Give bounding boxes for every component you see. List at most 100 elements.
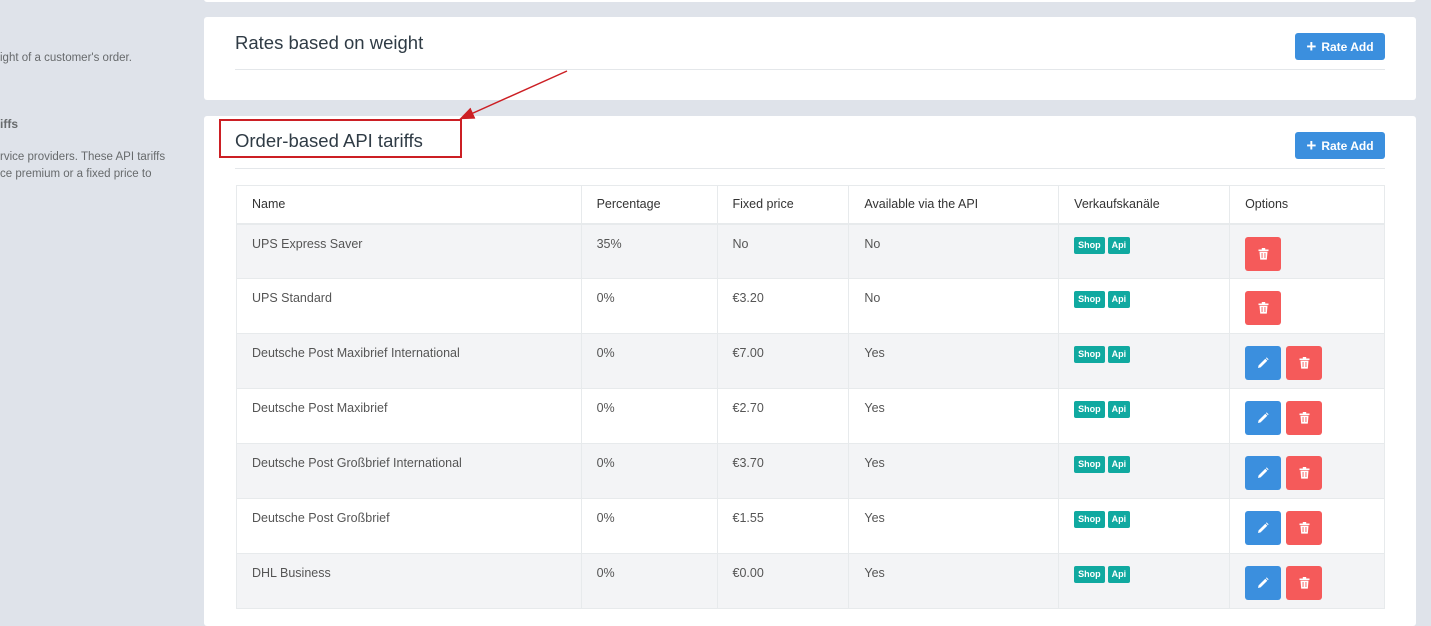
edit-button[interactable] — [1245, 346, 1282, 380]
delete-button[interactable] — [1286, 511, 1323, 545]
weight-rate-add-label: Rate Add — [1321, 39, 1374, 54]
cell-sales-channels: Shop Api — [1058, 388, 1231, 444]
pencil-icon — [1257, 412, 1269, 424]
channel-badge-shop: Shop — [1074, 566, 1105, 583]
cell-name: Deutsche Post Großbrief — [236, 498, 582, 554]
column-header-name[interactable]: Name — [236, 185, 582, 225]
cell-name: Deutsche Post Maxibrief International — [236, 333, 582, 389]
cell-percentage: 0% — [580, 333, 718, 389]
table-body: UPS Express Saver 35% No No Shop Api UPS Stand… — [236, 223, 1385, 609]
channel-badge-shop: Shop — [1074, 456, 1105, 473]
settings-sidebar: ight of a customer's order. iffs rvice p… — [0, 0, 200, 616]
trash-icon — [1258, 247, 1269, 260]
channel-badge-api: Api — [1107, 291, 1131, 308]
channel-badge-api: Api — [1107, 401, 1131, 418]
channel-badge-api: Api — [1107, 346, 1131, 363]
cell-available-api: No — [848, 278, 1060, 334]
channel-badge-api: Api — [1107, 566, 1131, 583]
sidebar-heading-api: iffs — [0, 117, 18, 131]
previous-card — [204, 0, 1416, 2]
cell-options — [1229, 498, 1385, 554]
annotation-highlight-box — [219, 119, 462, 158]
column-header-available-api[interactable]: Available via the API — [848, 185, 1060, 225]
column-header-sales-channels[interactable]: Verkaufskanäle — [1058, 185, 1231, 225]
cell-available-api: Yes — [848, 443, 1060, 499]
column-header-fixed-price[interactable]: Fixed price — [716, 185, 850, 225]
cell-options — [1229, 388, 1385, 444]
cell-options — [1229, 443, 1385, 499]
cell-name: Deutsche Post Großbrief International — [236, 443, 582, 499]
channel-badge-shop: Shop — [1074, 511, 1105, 528]
cell-name: UPS Standard — [236, 278, 582, 334]
cell-percentage: 0% — [580, 553, 718, 609]
delete-button[interactable] — [1286, 401, 1323, 435]
channel-badge-api: Api — [1107, 511, 1131, 528]
cell-percentage: 0% — [580, 443, 718, 499]
channel-badge-shop: Shop — [1074, 346, 1105, 363]
sidebar-text-api-2: ce premium or a fixed price to — [0, 168, 152, 180]
plus-icon: + — [1306, 135, 1317, 155]
cell-options — [1229, 223, 1385, 279]
cell-fixed-price: €1.55 — [716, 498, 850, 554]
channel-badge-api: Api — [1107, 456, 1131, 473]
cell-sales-channels: Shop Api — [1058, 223, 1231, 279]
api-tariffs-table: Name Percentage Fixed price Available vi… — [236, 185, 1385, 609]
cell-fixed-price: €3.20 — [716, 278, 850, 334]
cell-fixed-price: No — [716, 223, 850, 279]
pencil-icon — [1257, 357, 1269, 369]
trash-icon — [1258, 302, 1269, 314]
cell-percentage: 0% — [580, 388, 718, 444]
cell-sales-channels: Shop Api — [1058, 553, 1231, 609]
table-header-row: Name Percentage Fixed price Available vi… — [236, 185, 1385, 225]
cell-percentage: 0% — [580, 498, 718, 554]
cell-fixed-price: €2.70 — [716, 388, 850, 444]
cell-sales-channels: Shop Api — [1058, 498, 1231, 554]
cell-fixed-price: €7.00 — [716, 333, 850, 389]
cell-available-api: Yes — [848, 553, 1060, 609]
delete-button[interactable] — [1286, 566, 1323, 600]
api-rate-add-button[interactable]: + Rate Add — [1295, 132, 1385, 159]
weight-rates-card: Rates based on weight + Rate Add — [204, 17, 1416, 100]
cell-options — [1229, 278, 1385, 334]
edit-button[interactable] — [1245, 511, 1282, 545]
table-row: Deutsche Post Großbrief 0% €1.55 Yes Shop Api — [236, 498, 1385, 554]
cell-sales-channels: Shop Api — [1058, 333, 1231, 389]
trash-icon — [1299, 467, 1310, 479]
weight-rate-add-button[interactable]: + Rate Add — [1295, 33, 1385, 60]
channel-badge-shop: Shop — [1074, 236, 1105, 254]
edit-button[interactable] — [1245, 401, 1282, 435]
cell-options — [1229, 333, 1385, 389]
cell-available-api: No — [848, 223, 1060, 279]
delete-button[interactable] — [1286, 346, 1323, 380]
column-header-percentage[interactable]: Percentage — [580, 185, 718, 225]
table-row: UPS Express Saver 35% No No Shop Api — [236, 223, 1385, 279]
pencil-icon — [1257, 522, 1269, 534]
table-row: Deutsche Post Maxibrief International 0% €… — [236, 333, 1385, 389]
cell-percentage: 35% — [580, 223, 718, 279]
table-row: DHL Business 0% €0.00 Yes Shop Api — [236, 553, 1385, 609]
table-row: Deutsche Post Maxibrief 0% €2.70 Yes Shop Api — [236, 388, 1385, 444]
delete-button[interactable] — [1245, 236, 1282, 271]
trash-icon — [1299, 577, 1310, 589]
column-header-options: Options — [1229, 185, 1385, 225]
pencil-icon — [1257, 467, 1269, 479]
table-row: Deutsche Post Großbrief International 0% €… — [236, 443, 1385, 499]
cell-available-api: Yes — [848, 388, 1060, 444]
cell-name: Deutsche Post Maxibrief — [236, 388, 582, 444]
delete-button[interactable] — [1286, 456, 1323, 490]
trash-icon — [1299, 522, 1310, 534]
plus-icon: + — [1306, 36, 1317, 56]
edit-button[interactable] — [1245, 456, 1282, 490]
channel-badge-shop: Shop — [1074, 291, 1105, 308]
cell-name: UPS Express Saver — [236, 223, 582, 279]
weight-rates-divider — [235, 69, 1385, 70]
edit-button[interactable] — [1245, 566, 1282, 600]
delete-button[interactable] — [1245, 291, 1282, 325]
pencil-icon — [1257, 577, 1269, 589]
weight-rates-title: Rates based on weight — [235, 32, 424, 53]
api-tariffs-divider — [235, 168, 1385, 169]
cell-percentage: 0% — [580, 278, 718, 334]
cell-sales-channels: Shop Api — [1058, 443, 1231, 499]
trash-icon — [1299, 357, 1310, 369]
trash-icon — [1299, 412, 1310, 424]
